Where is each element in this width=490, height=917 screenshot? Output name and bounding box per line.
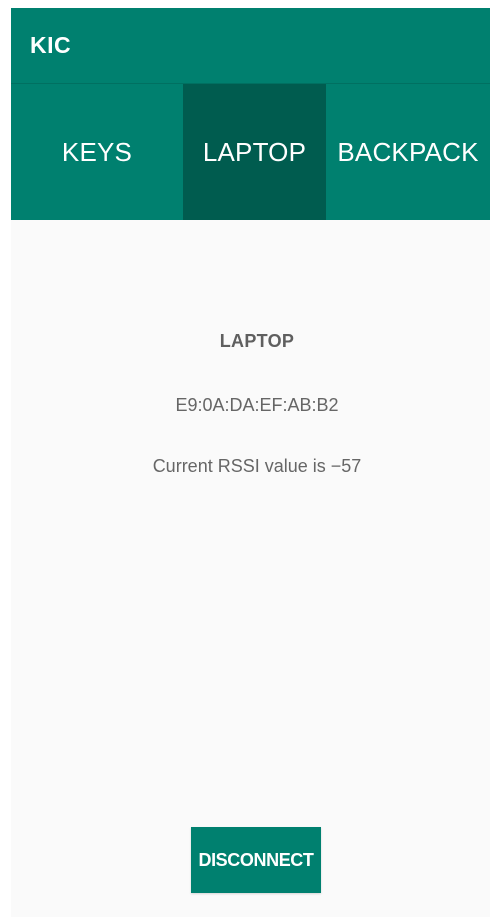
- tab-keys[interactable]: KEYS: [11, 84, 183, 220]
- tab-laptop[interactable]: LAPTOP: [183, 84, 326, 220]
- tab-backpack[interactable]: BACKPACK: [326, 84, 490, 220]
- app-title: KIC: [30, 32, 72, 58]
- tab-laptop-label: LAPTOP: [202, 136, 307, 167]
- app-bar: KIC KEYS LAPTOP BACKPACK: [11, 8, 490, 220]
- device-mac-address: E9:0A:DA:EF:AB:B2: [175, 395, 339, 415]
- app-screen: KIC KEYS LAPTOP BACKPACK LAPTOP E9:0A:DA…: [0, 0, 490, 917]
- rssi-value-text: Current RSSI value is −57: [152, 456, 362, 476]
- device-name: LAPTOP: [219, 331, 295, 351]
- disconnect-button[interactable]: DISCONNECT: [191, 827, 321, 893]
- device-details-panel: LAPTOP E9:0A:DA:EF:AB:B2 Current RSSI va…: [11, 220, 490, 917]
- device-tab-strip: KEYS LAPTOP BACKPACK: [11, 83, 490, 220]
- tab-backpack-label: BACKPACK: [337, 136, 479, 167]
- tab-keys-label: KEYS: [61, 136, 133, 167]
